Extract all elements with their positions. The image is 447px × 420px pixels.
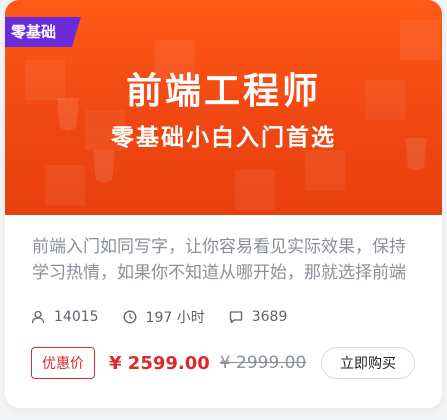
clock-icon [123,310,136,324]
course-title: 前端工程师 [125,71,321,112]
discount-badge: 优惠价 [31,347,95,379]
course-tag: 零基础 [5,17,81,47]
comments-count: 3689 [251,309,288,325]
course-stats: 14015 197 小时 3689 [31,306,311,328]
current-price: ¥ 2599.00 [109,352,210,374]
comments-stat: 3689 [229,309,288,325]
course-subtitle: 零基础小白入门首选 [111,125,336,151]
buy-now-button[interactable]: 立即购买 [321,347,415,379]
duration-value: 197 小时 [145,310,205,326]
original-price: ¥ 2999.00 [219,353,307,373]
course-card[interactable]: 零基础 前端工程师 零基础小白入门首选 前端入门如同写字，让你容易看见实际效果，… [5,0,442,408]
course-banner[interactable]: 零基础 前端工程师 零基础小白入门首选 [5,0,442,215]
comment-icon [229,311,242,324]
students-count: 14015 [54,309,99,325]
duration-stat: 197 小时 [123,307,205,327]
course-description: 前端入门如同写字，让你容易看见实际效果，保持学习热情，如果你不知道从哪开始，那就… [32,237,406,283]
user-icon [31,310,45,324]
price-row: 优惠价 ¥ 2599.00 ¥ 2999.00 立即购买 [31,346,415,380]
students-stat: 14015 [31,309,99,325]
